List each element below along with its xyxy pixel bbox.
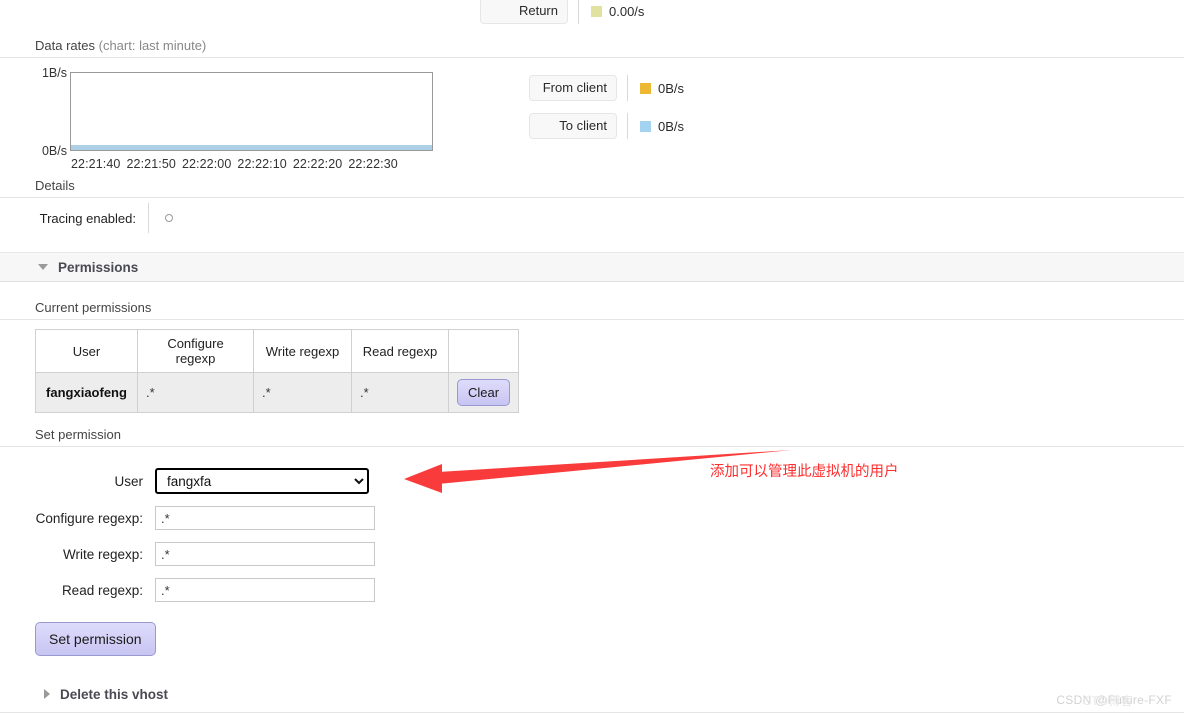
read-regexp-label: Read regexp: [61, 582, 143, 598]
delete-vhost-section: Delete this vhost [0, 682, 1184, 713]
form-row-user: User fangxfa [0, 468, 1184, 494]
delete-vhost-title: Delete this vhost [60, 686, 169, 702]
configure-regexp-input[interactable] [155, 506, 375, 530]
x-tick: 22:22:10 [237, 157, 287, 171]
y-axis-tick-max: 1B/s [41, 66, 67, 80]
details-heading: Details [35, 178, 75, 193]
data-rates-subtitle: (chart: last minute) [98, 38, 207, 53]
clear-permission-button[interactable]: Clear [457, 379, 511, 406]
user-select[interactable]: fangxfa [155, 468, 369, 494]
col-header-user: User [35, 329, 138, 373]
x-tick: 22:22:20 [292, 157, 343, 171]
form-row-read: Read regexp: [0, 578, 1184, 602]
chevron-down-icon [38, 264, 48, 270]
write-regexp-input[interactable] [155, 542, 375, 566]
from-client-swatch [640, 82, 651, 94]
watermark-ghost-text: CTO博客 [1082, 694, 1133, 708]
user-label: User [114, 473, 143, 489]
legend-divider [627, 75, 628, 101]
x-tick: 22:22:30 [348, 157, 398, 171]
cell-read: .* [351, 372, 449, 413]
form-row-write: Write regexp: [0, 542, 1184, 566]
cell-user: fangxiaofeng [35, 372, 138, 413]
details-rule [0, 197, 1184, 198]
chart-series-to-client-area [71, 145, 432, 150]
col-header-action [447, 329, 520, 373]
current-permissions-heading: Current permissions [35, 300, 152, 315]
watermark: CSDN @Future-FXF CTO博客 [1056, 693, 1172, 708]
data-rates-rule [0, 57, 1184, 58]
x-axis-ticks: 22:21:40 22:21:50 22:22:00 22:22:10 22:22:20… [71, 157, 439, 171]
data-rates-title: Data rates [35, 38, 95, 53]
to-client-value: 0B/s [658, 118, 685, 134]
from-client-button[interactable]: From client [529, 75, 617, 101]
annotation-text: 添加可以管理此虚拟机的用户 [710, 464, 899, 480]
set-permission-rule [0, 446, 1184, 447]
tracing-enabled-row: Tracing enabled: [35, 203, 1184, 233]
to-client-swatch [640, 120, 651, 132]
set-permission-button[interactable]: Set permission [35, 622, 156, 656]
legend-row-from-client: From client 0B/s [529, 75, 684, 101]
data-rates-header: Data rates (chart: last minute) [0, 38, 1184, 58]
legend-divider [627, 113, 628, 139]
permissions-section-title: Permissions [58, 259, 139, 275]
read-regexp-input[interactable] [155, 578, 375, 602]
legend-row-to-client: To client 0B/s [529, 113, 684, 139]
permissions-table: User Configure regexp Write regexp Read … [35, 329, 520, 413]
configure-regexp-label: Configure regexp: [35, 510, 143, 526]
delete-vhost-rule [0, 712, 1184, 713]
col-header-write: Write regexp [253, 329, 352, 373]
x-tick: 22:22:00 [181, 157, 232, 171]
return-swatch [591, 5, 602, 17]
col-header-configure: Configure regexp [137, 329, 254, 373]
data-rates-chart-area: 1B/s 0B/s 22:21:40 22:21:50 22:22:00 22:22:… [35, 66, 1184, 171]
table-row: fangxiaofeng .* .* .* Clear [35, 372, 520, 413]
write-regexp-label: Write regexp: [62, 546, 143, 562]
tracing-status-icon [165, 214, 173, 222]
x-tick: 22:21:40 [71, 157, 121, 171]
y-axis-tick-min: 0B/s [41, 144, 67, 158]
return-value: 0.00/s [609, 3, 645, 19]
tracing-divider [148, 203, 149, 233]
x-tick: 22:21:50 [126, 157, 176, 171]
return-stat-row: Return 0.00/s [0, 0, 1184, 24]
col-header-read: Read regexp [351, 329, 449, 373]
cell-configure: .* [137, 372, 254, 413]
current-permissions-header: Current permissions [0, 300, 1184, 320]
chevron-right-icon [44, 689, 50, 699]
form-row-configure: Configure regexp: [0, 506, 1184, 530]
from-client-value: 0B/s [658, 80, 685, 96]
permissions-section-toggle[interactable]: Permissions [0, 252, 1184, 282]
legend-divider [578, 0, 579, 24]
return-button[interactable]: Return [480, 0, 568, 24]
set-permission-header: Set permission [0, 427, 1184, 447]
tracing-enabled-label: Tracing enabled: [39, 210, 136, 226]
chart-legend: From client 0B/s To client 0B/s [529, 75, 684, 151]
set-permission-heading: Set permission [35, 427, 121, 442]
table-header-row: User Configure regexp Write regexp Read … [35, 329, 520, 373]
set-permission-form: User fangxfa Configure regexp: Write reg… [0, 468, 1184, 656]
to-client-button[interactable]: To client [529, 113, 617, 139]
details-header: Details [0, 178, 1184, 198]
cell-action: Clear [447, 372, 520, 413]
cell-write: .* [253, 372, 352, 413]
current-permissions-rule [0, 319, 1184, 320]
delete-vhost-toggle[interactable]: Delete this vhost [0, 682, 1184, 706]
chart-plot-area [70, 72, 433, 151]
data-rates-heading-text: Data rates (chart: last minute) [35, 38, 1184, 57]
